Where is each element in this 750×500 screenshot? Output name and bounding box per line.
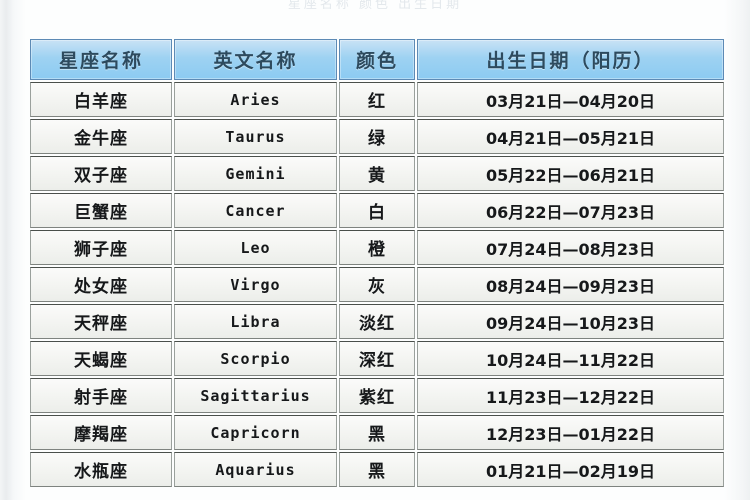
cell-color: 紫红 — [339, 378, 415, 413]
table-row[interactable]: 天秤座 Libra 淡红 09月24日—10月23日 — [30, 304, 724, 339]
table-row[interactable]: 狮子座 Leo 橙 07月24日—08月23日 — [30, 230, 724, 265]
cell-color: 绿 — [339, 119, 415, 154]
table-row[interactable]: 天蝎座 Scorpio 深红 10月24日—11月22日 — [30, 341, 724, 376]
zodiac-table: 星座名称 英文名称 颜色 出生日期（阳历） 白羊座 Aries 红 03月21日—04… — [28, 37, 726, 489]
cell-english-name: Taurus — [174, 119, 337, 154]
cell-zodiac-name: 射手座 — [30, 378, 172, 413]
top-cutoff-text: 星座名称 颜色 出生日期 — [287, 0, 463, 9]
column-header-english[interactable]: 英文名称 — [174, 39, 337, 80]
cell-color: 白 — [339, 193, 415, 228]
cell-color: 淡红 — [339, 304, 415, 339]
cell-birthdate: 10月24日—11月22日 — [417, 341, 724, 376]
cell-english-name: Virgo — [174, 267, 337, 302]
cell-birthdate: 11月23日—12月22日 — [417, 378, 724, 413]
cell-zodiac-name: 天蝎座 — [30, 341, 172, 376]
cell-english-name: Leo — [174, 230, 337, 265]
cell-zodiac-name: 双子座 — [30, 156, 172, 191]
cell-birthdate: 01月21日—02月19日 — [417, 452, 724, 487]
cell-color: 黑 — [339, 415, 415, 450]
cell-zodiac-name: 摩羯座 — [30, 415, 172, 450]
table-row[interactable]: 双子座 Gemini 黄 05月22日—06月21日 — [30, 156, 724, 191]
cell-color: 深红 — [339, 341, 415, 376]
table-header-row: 星座名称 英文名称 颜色 出生日期（阳历） — [30, 39, 724, 80]
table-row[interactable]: 摩羯座 Capricorn 黑 12月23日—01月22日 — [30, 415, 724, 450]
cell-birthdate: 08月24日—09月23日 — [417, 267, 724, 302]
cell-english-name: Sagittarius — [174, 378, 337, 413]
cell-birthdate: 04月21日—05月21日 — [417, 119, 724, 154]
column-header-birthdate[interactable]: 出生日期（阳历） — [417, 39, 724, 80]
cell-english-name: Gemini — [174, 156, 337, 191]
cell-zodiac-name: 巨蟹座 — [30, 193, 172, 228]
table-row[interactable]: 巨蟹座 Cancer 白 06月22日—07月23日 — [30, 193, 724, 228]
table-row[interactable]: 白羊座 Aries 红 03月21日—04月20日 — [30, 82, 724, 117]
cell-color: 黄 — [339, 156, 415, 191]
cell-color: 红 — [339, 82, 415, 117]
cell-english-name: Scorpio — [174, 341, 337, 376]
cell-color: 灰 — [339, 267, 415, 302]
cell-birthdate: 07月24日—08月23日 — [417, 230, 724, 265]
cell-zodiac-name: 狮子座 — [30, 230, 172, 265]
cell-birthdate: 09月24日—10月23日 — [417, 304, 724, 339]
cell-english-name: Aquarius — [174, 452, 337, 487]
cell-zodiac-name: 白羊座 — [30, 82, 172, 117]
table-row[interactable]: 水瓶座 Aquarius 黑 01月21日—02月19日 — [30, 452, 724, 487]
cell-zodiac-name: 金牛座 — [30, 119, 172, 154]
cell-zodiac-name: 处女座 — [30, 267, 172, 302]
cell-color: 黑 — [339, 452, 415, 487]
table-row[interactable]: 金牛座 Taurus 绿 04月21日—05月21日 — [30, 119, 724, 154]
cell-birthdate: 05月22日—06月21日 — [417, 156, 724, 191]
column-header-name[interactable]: 星座名称 — [30, 39, 172, 80]
cell-birthdate: 03月21日—04月20日 — [417, 82, 724, 117]
table-row[interactable]: 射手座 Sagittarius 紫红 11月23日—12月22日 — [30, 378, 724, 413]
cell-birthdate: 06月22日—07月23日 — [417, 193, 724, 228]
column-header-color[interactable]: 颜色 — [339, 39, 415, 80]
cell-zodiac-name: 天秤座 — [30, 304, 172, 339]
cell-english-name: Cancer — [174, 193, 337, 228]
table-body: 白羊座 Aries 红 03月21日—04月20日 金牛座 Taurus 绿 04月21日—0… — [30, 82, 724, 487]
cell-birthdate: 12月23日—01月22日 — [417, 415, 724, 450]
table-header: 星座名称 英文名称 颜色 出生日期（阳历） — [30, 39, 724, 80]
cell-english-name: Libra — [174, 304, 337, 339]
cell-english-name: Capricorn — [174, 415, 337, 450]
cell-zodiac-name: 水瓶座 — [30, 452, 172, 487]
table-row[interactable]: 处女座 Virgo 灰 08月24日—09月23日 — [30, 267, 724, 302]
zodiac-table-container: 星座名称 英文名称 颜色 出生日期（阳历） 白羊座 Aries 红 03月21日—04… — [28, 37, 724, 489]
cell-color: 橙 — [339, 230, 415, 265]
cell-english-name: Aries — [174, 82, 337, 117]
